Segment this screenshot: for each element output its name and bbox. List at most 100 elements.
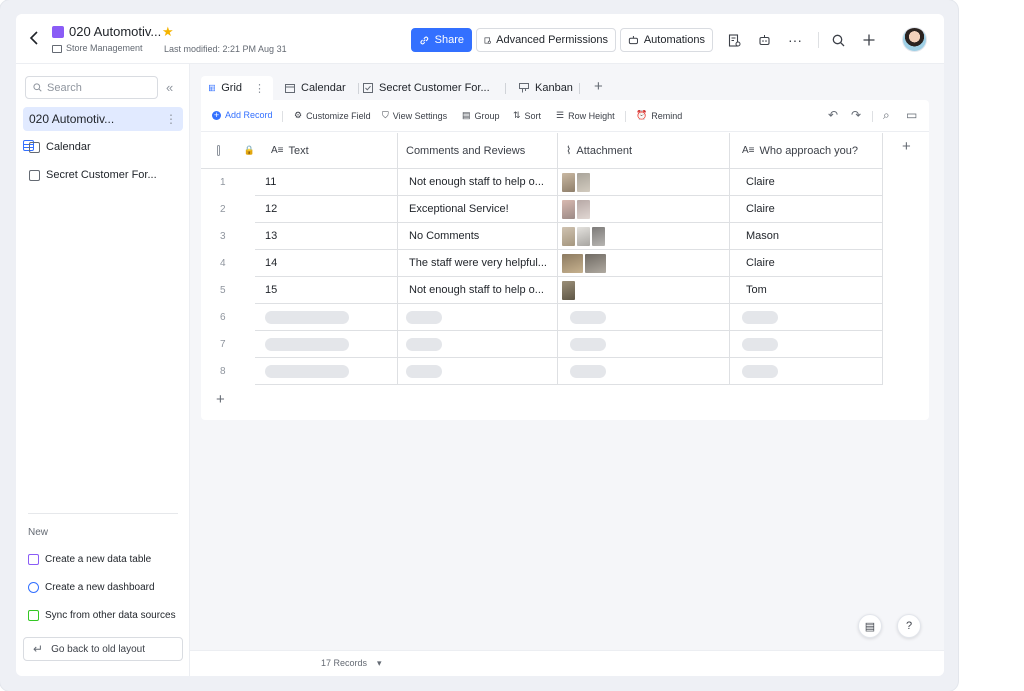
row-height-button[interactable]: ☰ Row Height bbox=[556, 110, 615, 121]
attachment-thumbnail[interactable] bbox=[562, 253, 583, 273]
comments-icon[interactable]: ▭ bbox=[906, 108, 917, 122]
tab-calendar[interactable]: Calendar bbox=[277, 76, 354, 100]
tab-grid[interactable]: Grid ⋮ bbox=[201, 76, 273, 100]
table-row[interactable]: 4 14 The staff were very helpful... Clai… bbox=[201, 250, 883, 277]
loading-row: 8 bbox=[201, 358, 883, 385]
attachment-thumbnail[interactable] bbox=[577, 199, 590, 219]
attachment-cell[interactable] bbox=[558, 196, 730, 223]
add-row-icon[interactable]: + bbox=[216, 391, 225, 408]
comment-cell[interactable]: Not enough staff to help o... bbox=[398, 277, 558, 304]
comment-cell[interactable]: The staff were very helpful... bbox=[398, 250, 558, 277]
who-cell[interactable]: Mason bbox=[730, 223, 883, 250]
sync-data-sources-button[interactable]: Sync from other data sources bbox=[28, 610, 176, 621]
add-column-icon[interactable]: + bbox=[902, 138, 911, 155]
table-row[interactable]: 1 11 Not enough staff to help o... Clair… bbox=[201, 169, 883, 196]
attachment-thumbnail[interactable] bbox=[577, 226, 590, 246]
remind-button[interactable]: ⏰ Remind bbox=[636, 110, 682, 121]
comment-cell[interactable]: Not enough staff to help o... bbox=[398, 169, 558, 196]
star-icon[interactable]: ★ bbox=[162, 24, 174, 40]
old-layout-button[interactable]: ↵ Go back to old layout bbox=[23, 637, 183, 661]
who-cell[interactable]: Claire bbox=[730, 169, 883, 196]
page-title[interactable]: 020 Automotiv... bbox=[69, 24, 161, 39]
advanced-permissions-button[interactable]: Advanced Permissions bbox=[476, 28, 616, 52]
tab-more-icon[interactable]: ⋮ bbox=[254, 82, 265, 95]
tab-customer-form[interactable]: Secret Customer For... bbox=[355, 76, 498, 100]
bot-icon[interactable] bbox=[755, 31, 773, 49]
column-header-attachment[interactable]: ⌇ Attachment bbox=[558, 133, 730, 169]
loading-cell bbox=[730, 331, 883, 358]
comment-cell[interactable]: No Comments bbox=[398, 223, 558, 250]
select-all-checkbox[interactable] bbox=[217, 145, 220, 156]
comment-cell[interactable]: Exceptional Service! bbox=[398, 196, 558, 223]
document-settings-icon[interactable] bbox=[725, 31, 743, 49]
sort-button[interactable]: ⇅ Sort bbox=[513, 110, 541, 121]
who-cell[interactable]: Claire bbox=[730, 196, 883, 223]
customize-field-button[interactable]: ⚙ Customize Field bbox=[294, 110, 371, 121]
attachment-thumbnail[interactable] bbox=[577, 172, 590, 192]
search-icon[interactable] bbox=[829, 31, 847, 49]
avatar[interactable] bbox=[902, 27, 927, 52]
redo-icon[interactable]: ↷ bbox=[851, 108, 861, 122]
back-icon[interactable] bbox=[26, 30, 42, 46]
column-label: Who approach you? bbox=[759, 144, 858, 157]
create-dashboard-button[interactable]: Create a new dashboard bbox=[28, 582, 155, 593]
text-cell[interactable]: 14 bbox=[255, 250, 398, 277]
who-cell[interactable]: Tom bbox=[730, 277, 883, 304]
notes-icon[interactable]: ▤ bbox=[858, 614, 882, 638]
attachment-thumbnail[interactable] bbox=[562, 172, 575, 192]
table-row[interactable]: 2 12 Exceptional Service! Claire bbox=[201, 196, 883, 223]
text-cell[interactable]: 12 bbox=[255, 196, 398, 223]
table-row[interactable]: 5 15 Not enough staff to help o... Tom bbox=[201, 277, 883, 304]
row-number: 5 bbox=[220, 285, 226, 296]
folder-name[interactable]: Store Management bbox=[66, 43, 143, 53]
help-icon[interactable]: ? bbox=[897, 614, 921, 638]
create-data-table-button[interactable]: Create a new data table bbox=[28, 554, 151, 565]
text-cell[interactable]: 15 bbox=[255, 277, 398, 304]
attachment-cell[interactable] bbox=[558, 223, 730, 250]
loading-cell bbox=[558, 331, 730, 358]
table-row[interactable]: 3 13 No Comments Mason bbox=[201, 223, 883, 250]
plus-icon[interactable] bbox=[860, 31, 878, 49]
sidebar-item-calendar[interactable]: Calendar bbox=[23, 135, 183, 159]
text-cell[interactable]: 11 bbox=[255, 169, 398, 196]
who-cell[interactable]: Claire bbox=[730, 250, 883, 277]
collapse-sidebar-icon[interactable]: « bbox=[166, 80, 173, 95]
toolbar-label: Customize Field bbox=[306, 110, 371, 121]
attachment-thumbnail[interactable] bbox=[562, 226, 575, 246]
view-settings-button[interactable]: ⛉ View Settings bbox=[382, 110, 447, 121]
add-record-button[interactable]: + Add Record bbox=[212, 110, 273, 120]
permissions-label: Advanced Permissions bbox=[496, 34, 608, 46]
tab-label: Secret Customer For... bbox=[379, 82, 490, 94]
attachment-thumbnail[interactable] bbox=[592, 226, 605, 246]
tab-kanban[interactable]: Kanban bbox=[511, 76, 581, 100]
attachment-cell[interactable] bbox=[558, 250, 730, 277]
sidebar-item-table[interactable]: 020 Automotiv... ⋮ bbox=[23, 107, 183, 151]
text-cell[interactable]: 13 bbox=[255, 223, 398, 250]
attachment-cell[interactable] bbox=[558, 169, 730, 196]
more-icon[interactable]: ··· bbox=[786, 31, 804, 49]
toolbar-label: Row Height bbox=[568, 110, 615, 121]
group-button[interactable]: ▤ Group bbox=[462, 110, 500, 121]
undo-icon[interactable]: ↶ bbox=[828, 108, 838, 122]
filter-icon: ⛉ bbox=[382, 110, 389, 120]
automations-button[interactable]: Automations bbox=[620, 28, 713, 52]
records-count-dropdown[interactable]: 17 Records ▾ bbox=[321, 658, 382, 669]
column-header-text[interactable]: A≡ Text bbox=[255, 133, 398, 169]
tab-divider bbox=[505, 83, 506, 94]
search-records-icon[interactable]: ⌕ bbox=[883, 108, 890, 123]
attachment-thumbnail[interactable] bbox=[562, 280, 575, 300]
paperclip-icon: ⌇ bbox=[566, 145, 572, 157]
column-header-comments[interactable]: Comments and Reviews bbox=[398, 133, 558, 169]
sidebar-search-input[interactable]: Search bbox=[25, 76, 158, 99]
item-more-icon[interactable]: ⋮ bbox=[165, 112, 177, 126]
sidebar-item-form[interactable]: Secret Customer For... bbox=[23, 163, 183, 187]
attachment-cell[interactable] bbox=[558, 277, 730, 304]
column-header-who[interactable]: A≡ Who approach you? bbox=[730, 133, 883, 169]
column-label: Attachment bbox=[576, 144, 633, 157]
toolbar-label: Group bbox=[474, 110, 500, 121]
share-button[interactable]: Share bbox=[411, 28, 472, 52]
attachment-thumbnail[interactable] bbox=[562, 199, 575, 219]
attachment-thumbnail[interactable] bbox=[585, 253, 606, 273]
loading-placeholder bbox=[406, 364, 442, 378]
add-view-icon[interactable]: + bbox=[594, 78, 603, 95]
